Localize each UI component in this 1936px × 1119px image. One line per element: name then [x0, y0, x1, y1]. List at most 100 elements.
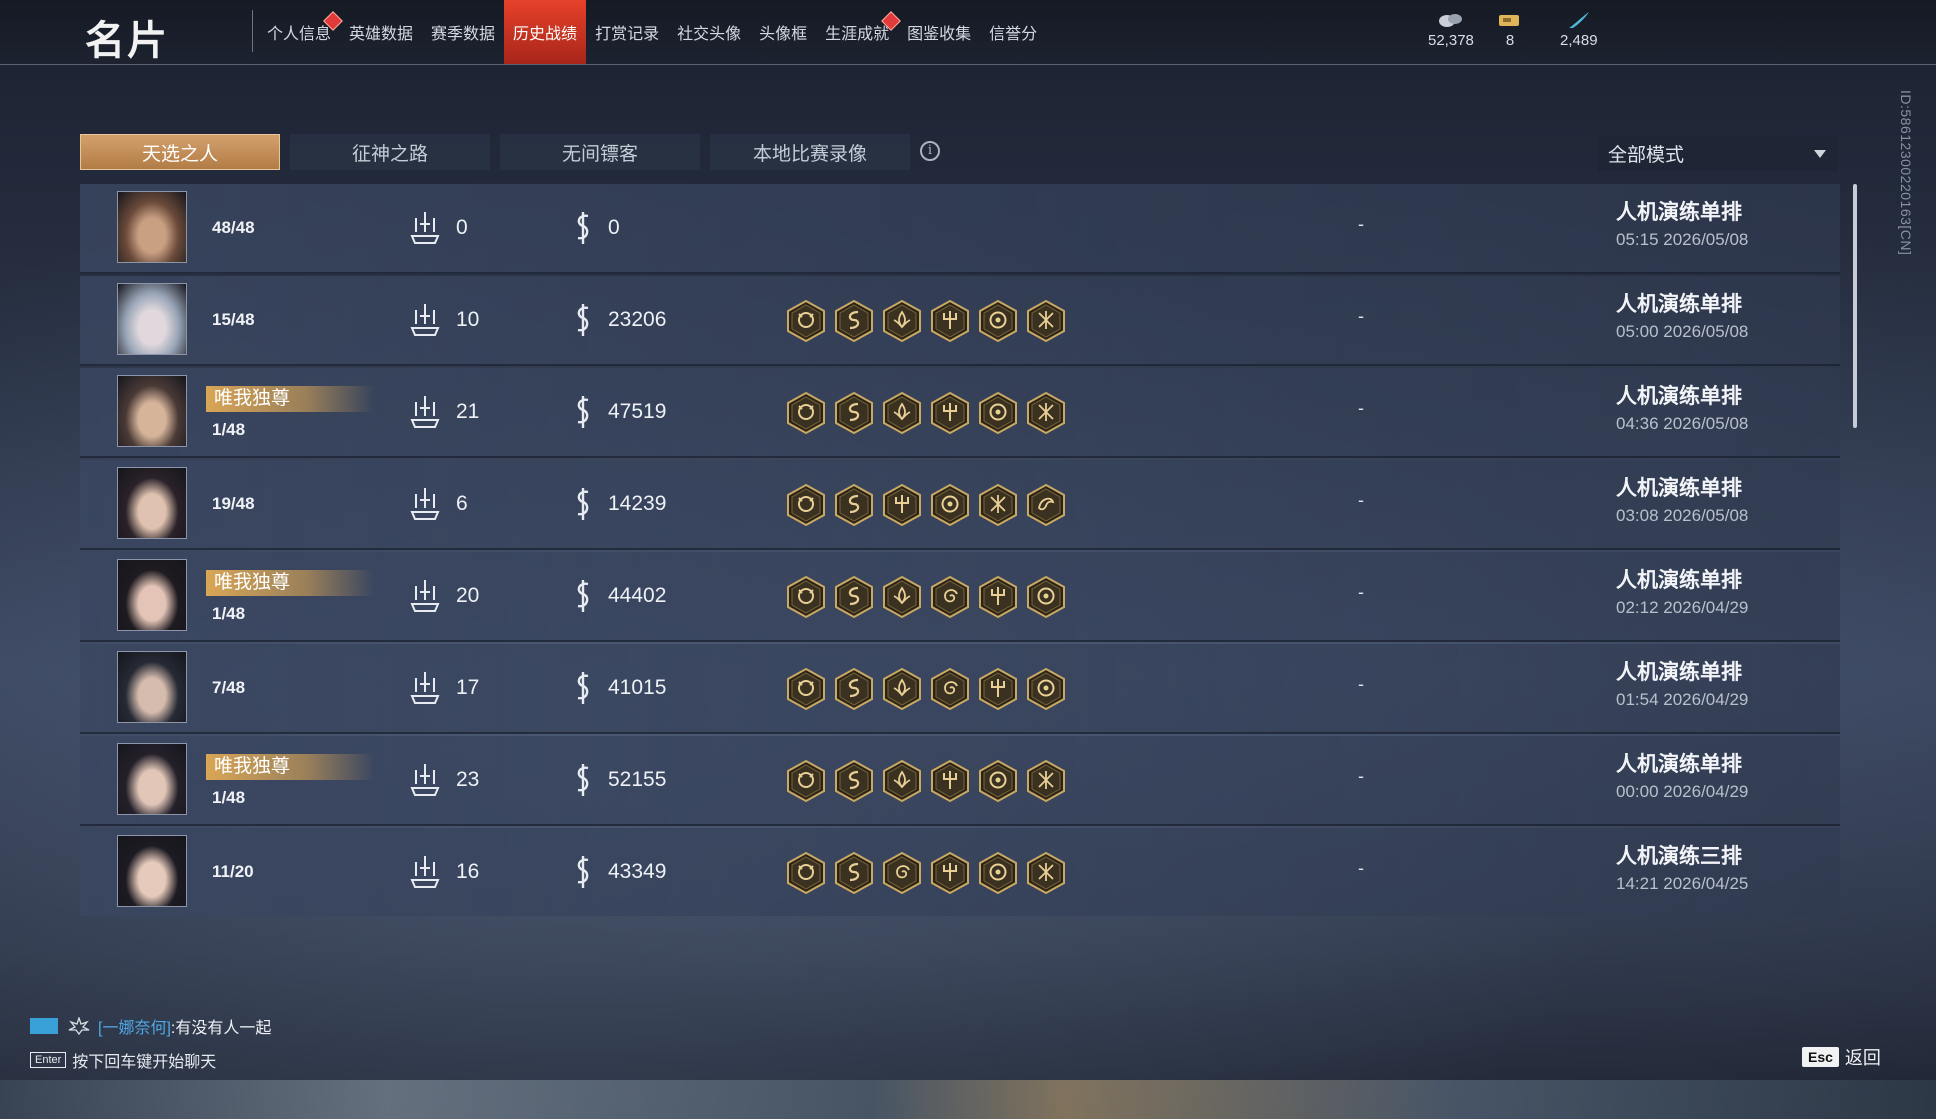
avatar — [117, 467, 187, 539]
spiral-item-icon[interactable] — [930, 668, 970, 710]
tab-nav-5[interactable]: 社交头像 — [668, 0, 750, 64]
serpent-item-icon[interactable] — [834, 668, 874, 710]
table-row[interactable]: 48/48 0 0 - 人机演练单排 05:15 2026/05/08 — [80, 184, 1840, 274]
kill-count: 21 — [456, 400, 480, 423]
table-row[interactable]: 15/48 10 23206 - 人机演练单排 05:00 2026/05/08 — [80, 276, 1840, 366]
demon-item-icon[interactable] — [786, 668, 826, 710]
table-row[interactable]: 唯我独尊 1/48 21 47519 - 人机演练单排 04:36 2026/05/08 — [80, 368, 1840, 458]
tab-mode-0[interactable]: 天选之人 — [80, 134, 280, 170]
demon-item-icon[interactable] — [786, 392, 826, 434]
info-icon[interactable]: i — [920, 141, 940, 161]
serpent-item-icon[interactable] — [834, 484, 874, 526]
rank-text: 11/20 — [212, 862, 254, 881]
serpent-item-icon[interactable] — [834, 300, 874, 342]
kills-icon — [410, 580, 440, 612]
table-row[interactable]: 唯我独尊 1/48 23 52155 - 人机演练单排 00:00 2026/04/29 — [80, 736, 1840, 826]
money-amount: 14239 — [608, 492, 667, 515]
tab-nav-9[interactable]: 信誉分 — [980, 0, 1046, 64]
demon-item-icon[interactable] — [786, 300, 826, 342]
money-amount: 52155 — [608, 768, 667, 791]
lotus-item-icon[interactable] — [882, 392, 922, 434]
cross-item-icon[interactable] — [1026, 300, 1066, 342]
serpent-item-icon[interactable] — [834, 760, 874, 802]
lotus-item-icon[interactable] — [882, 576, 922, 618]
wheel-item-icon[interactable] — [978, 760, 1018, 802]
money-amount: 23206 — [608, 308, 667, 331]
currency-value: 52,378 — [1428, 32, 1474, 49]
item-list — [786, 300, 1074, 342]
mode-select[interactable]: 全部模式 — [1598, 135, 1838, 171]
trident-item-icon[interactable] — [930, 300, 970, 342]
tab-nav-2[interactable]: 赛季数据 — [422, 0, 504, 64]
tab-nav-6[interactable]: 头像框 — [750, 0, 816, 64]
tab-nav-3[interactable]: 历史战绩 — [504, 0, 587, 64]
guild-icon — [68, 1017, 90, 1035]
dragon-item-icon[interactable] — [1026, 484, 1066, 526]
tab-mode-1[interactable]: 征神之路 — [290, 134, 490, 170]
chat-sender[interactable]: [一娜奈何] — [98, 1014, 171, 1038]
trident-item-icon[interactable] — [930, 392, 970, 434]
wheel-item-icon[interactable] — [930, 484, 970, 526]
match-type: 人机演练单排 — [1616, 477, 1742, 500]
table-row[interactable]: 19/48 6 14239 - 人机演练单排 03:08 2026/05/08 — [80, 460, 1840, 550]
serpent-item-icon[interactable] — [834, 392, 874, 434]
lotus-item-icon[interactable] — [882, 668, 922, 710]
tab-nav-4[interactable]: 打赏记录 — [586, 0, 668, 64]
kill-count: 17 — [456, 676, 480, 699]
tab-nav-8[interactable]: 图鉴收集 — [898, 0, 980, 64]
serpent-item-icon[interactable] — [834, 852, 874, 894]
serpent-item-icon[interactable] — [834, 576, 874, 618]
chevron-down-icon — [1814, 150, 1826, 158]
match-time: 04:36 2026/05/08 — [1616, 414, 1749, 433]
table-row[interactable]: 唯我独尊 1/48 20 44402 - 人机演练单排 02:12 2026/04/29 — [80, 552, 1840, 642]
demon-item-icon[interactable] — [786, 576, 826, 618]
currency-2[interactable]: 2,489 — [1560, 10, 1598, 49]
rank-text: 1/48 — [212, 420, 246, 439]
currency-0[interactable]: 52,378 — [1428, 10, 1474, 49]
cross-item-icon[interactable] — [1026, 392, 1066, 434]
feather-icon — [1568, 12, 1589, 28]
demon-item-icon[interactable] — [786, 484, 826, 526]
wheel-item-icon[interactable] — [1026, 668, 1066, 710]
spiral-item-icon[interactable] — [930, 576, 970, 618]
extra-value: - — [1358, 214, 1364, 234]
nav-divider — [252, 10, 253, 52]
extra-value: - — [1358, 306, 1364, 326]
tab-nav-0[interactable]: 个人信息 — [258, 0, 343, 64]
trident-item-icon[interactable] — [930, 760, 970, 802]
trident-item-icon[interactable] — [978, 668, 1018, 710]
scrollbar[interactable] — [1853, 184, 1857, 428]
demon-item-icon[interactable] — [786, 760, 826, 802]
trident-item-icon[interactable] — [978, 576, 1018, 618]
chat-hint[interactable]: 按下回车键开始聊天 — [72, 1048, 216, 1072]
table-row[interactable]: 11/20 16 43349 - 人机演练三排 14:21 2026/04/25 — [80, 828, 1840, 916]
tab-nav-1[interactable]: 英雄数据 — [340, 0, 422, 64]
cross-item-icon[interactable] — [1026, 852, 1066, 894]
nav-label: 信誉分 — [989, 26, 1038, 43]
spiral-item-icon[interactable] — [882, 852, 922, 894]
money-icon — [577, 212, 589, 244]
extra-value: - — [1358, 674, 1364, 694]
cross-item-icon[interactable] — [978, 484, 1018, 526]
avatar — [117, 283, 187, 355]
top-bar: 名片 个人信息 英雄数据 赛季数据 历史战绩 打赏记录 社交头像 头像框 生涯成就 图鉴收集 信誉… — [0, 0, 1936, 65]
trident-item-icon[interactable] — [882, 484, 922, 526]
tab-mode-2[interactable]: 无间镖客 — [500, 134, 700, 170]
money-icon — [577, 304, 589, 336]
demon-item-icon[interactable] — [786, 852, 826, 894]
back-button[interactable]: Esc 返回 — [1802, 1044, 1881, 1070]
table-row[interactable]: 7/48 17 41015 - 人机演练单排 01:54 2026/04/29 — [80, 644, 1840, 734]
tab-nav-7[interactable]: 生涯成就 — [816, 0, 902, 64]
tab-mode-3[interactable]: 本地比赛录像 — [710, 134, 910, 170]
wheel-item-icon[interactable] — [978, 300, 1018, 342]
nav-label: 个人信息 — [267, 26, 332, 43]
cross-item-icon[interactable] — [1026, 760, 1066, 802]
money-icon — [577, 396, 589, 428]
wheel-item-icon[interactable] — [1026, 576, 1066, 618]
wheel-item-icon[interactable] — [978, 852, 1018, 894]
trident-item-icon[interactable] — [930, 852, 970, 894]
lotus-item-icon[interactable] — [882, 760, 922, 802]
lotus-item-icon[interactable] — [882, 300, 922, 342]
wheel-item-icon[interactable] — [978, 392, 1018, 434]
currency-1[interactable]: 8 — [1496, 10, 1524, 49]
